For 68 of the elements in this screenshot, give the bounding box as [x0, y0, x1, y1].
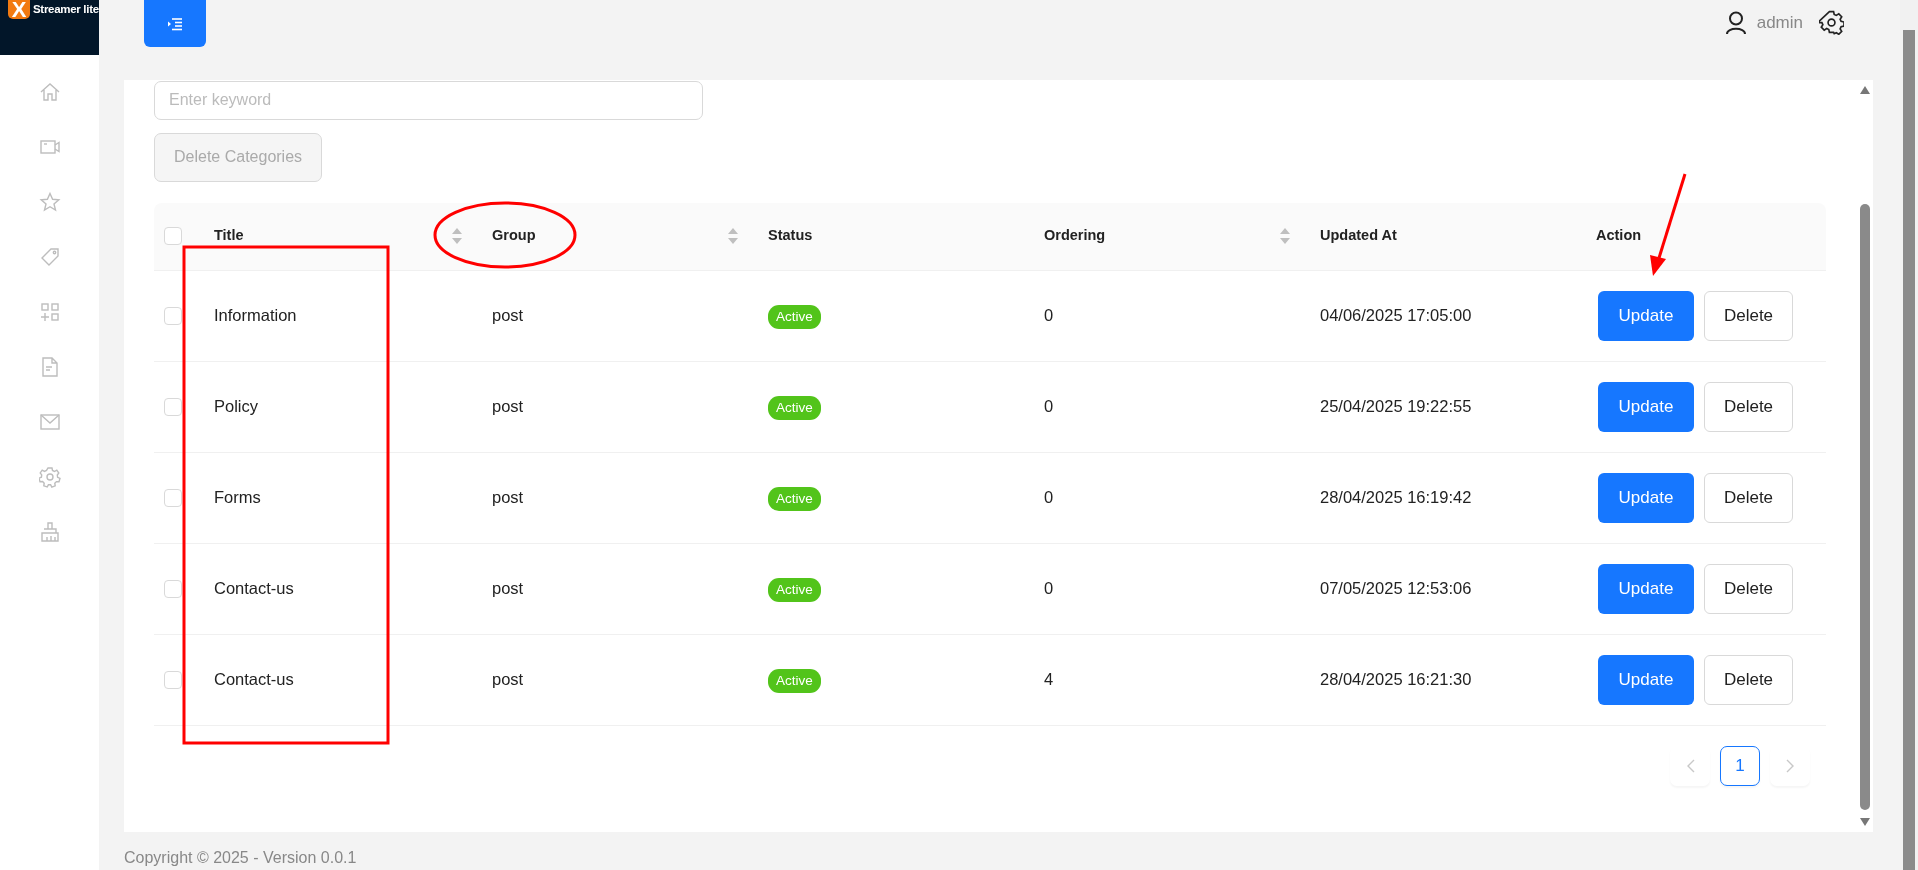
table-cell: 0 — [1044, 397, 1054, 416]
status-badge: Active — [768, 304, 821, 329]
menu-icon — [167, 16, 183, 31]
row-checkbox[interactable] — [164, 397, 182, 416]
table-cell: Contact-us — [214, 579, 294, 598]
table-cell: 4 — [1044, 670, 1054, 689]
table-cell: post — [492, 579, 524, 598]
table-cell: 04/06/2025 17:05:00 — [1320, 306, 1472, 325]
search-field[interactable]: Enter keyword — [154, 80, 703, 120]
table-cell: post — [492, 670, 524, 689]
delete-button[interactable]: Delete — [1704, 563, 1793, 614]
status-badge: Active — [768, 395, 821, 420]
table-cell: 07/05/2025 12:53:06 — [1320, 579, 1472, 598]
table-cell: Forms — [214, 488, 261, 507]
broom-icon[interactable] — [38, 521, 61, 543]
logo-icon: X — [8, 0, 30, 19]
scroll-down-icon[interactable] — [1860, 818, 1870, 826]
table-cell: post — [492, 306, 524, 325]
table-cell: 25/04/2025 19:22:55 — [1320, 397, 1472, 416]
column-header[interactable]: Title — [214, 225, 244, 248]
column-header[interactable]: Action — [1596, 225, 1642, 248]
brand-name: Streamer lite — [33, 2, 99, 17]
row-checkbox[interactable] — [164, 488, 182, 507]
mail-icon[interactable] — [38, 411, 61, 433]
delete-button[interactable]: Delete — [1704, 290, 1793, 341]
column-header[interactable]: Updated At — [1320, 225, 1397, 248]
update-button[interactable]: Update — [1598, 290, 1694, 341]
update-button[interactable]: Update — [1598, 654, 1694, 705]
footer-text: Copyright © 2025 - Version 0.0.1 — [124, 848, 358, 868]
table-cell: 0 — [1044, 306, 1054, 325]
settings-icon[interactable] — [1819, 10, 1844, 36]
column-header[interactable]: Ordering — [1044, 225, 1106, 248]
table-cell: 28/04/2025 16:19:42 — [1320, 488, 1472, 507]
delete-button[interactable]: Delete — [1704, 654, 1793, 705]
chevron-left-icon — [1685, 758, 1695, 773]
star-icon[interactable] — [38, 191, 61, 213]
column-header[interactable]: Group — [492, 225, 536, 248]
update-button[interactable]: Update — [1598, 472, 1694, 523]
table-cell: 28/04/2025 16:21:30 — [1320, 670, 1472, 689]
table-cell: 0 — [1044, 579, 1054, 598]
update-button[interactable]: Update — [1598, 563, 1694, 614]
sort-icon[interactable] — [1280, 228, 1290, 245]
row-checkbox[interactable] — [164, 306, 182, 325]
table-cell: Information — [214, 306, 297, 325]
row-checkbox[interactable] — [164, 579, 182, 598]
column-header[interactable]: Status — [768, 225, 813, 248]
table-cell: post — [492, 488, 524, 507]
table-cell: post — [492, 397, 524, 416]
sort-icon[interactable] — [728, 228, 738, 245]
delete-button[interactable]: Delete — [1704, 381, 1793, 432]
table-cell: Contact-us — [214, 670, 294, 689]
delete-button[interactable]: Delete — [1704, 472, 1793, 523]
page-button[interactable]: 1 — [1720, 745, 1760, 786]
home-icon[interactable] — [38, 81, 61, 103]
select-all-checkbox[interactable] — [164, 227, 182, 246]
table-cell: Policy — [214, 397, 258, 416]
update-button[interactable]: Update — [1598, 381, 1694, 432]
chevron-right-icon — [1785, 758, 1795, 773]
status-badge: Active — [768, 668, 821, 693]
table-cell: 0 — [1044, 488, 1054, 507]
row-checkbox[interactable] — [164, 670, 182, 689]
user-icon[interactable] — [1724, 10, 1747, 35]
scroll-up-icon[interactable] — [1860, 85, 1870, 94]
status-badge: Active — [768, 486, 821, 511]
add-grid-icon[interactable] — [38, 301, 61, 323]
menu-button[interactable] — [144, 0, 206, 47]
status-badge: Active — [768, 577, 821, 602]
sort-icon[interactable] — [452, 228, 462, 245]
